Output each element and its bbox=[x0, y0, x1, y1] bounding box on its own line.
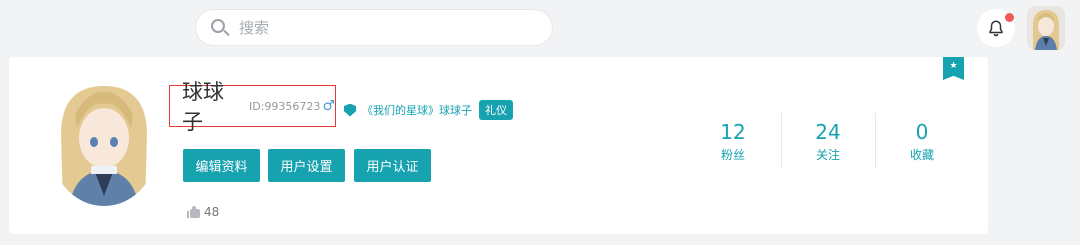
verified-shield-icon bbox=[344, 103, 356, 117]
stat-following[interactable]: 24 关注 bbox=[783, 121, 873, 163]
stat-label: 关注 bbox=[815, 148, 840, 162]
divider bbox=[781, 113, 782, 169]
stat-followers[interactable]: 12 粉丝 bbox=[688, 121, 778, 163]
stat-label: 收藏 bbox=[909, 148, 934, 162]
profile-card: ★ 球球子 ID:99356723 ♂ 《我们的星球》球球子 礼仪 编辑资料 用… bbox=[9, 57, 988, 234]
notification-button[interactable] bbox=[977, 9, 1015, 47]
username-highlight: 球球子 ID:99356723 ♂ bbox=[169, 80, 336, 134]
stat-favorites[interactable]: 0 收藏 bbox=[877, 121, 967, 163]
verification-info: 《我们的星球》球球子 礼仪 bbox=[344, 100, 513, 120]
likes-value: 48 bbox=[204, 205, 220, 219]
likes-count: 48 bbox=[187, 205, 219, 219]
search-input[interactable]: 搜索 bbox=[239, 17, 269, 38]
header-avatar[interactable] bbox=[1027, 6, 1065, 50]
star-badge-icon: ★ bbox=[943, 57, 964, 80]
stat-value: 24 bbox=[815, 120, 841, 144]
verification-tag: 礼仪 bbox=[479, 100, 513, 120]
username: 球球子 bbox=[182, 80, 224, 134]
search-icon bbox=[210, 18, 230, 38]
unread-dot bbox=[1005, 13, 1014, 22]
stat-label: 粉丝 bbox=[720, 148, 745, 162]
user-id: ID:99356723 bbox=[249, 99, 321, 113]
verification-text[interactable]: 《我们的星球》球球子 bbox=[362, 102, 472, 118]
stat-value: 0 bbox=[915, 120, 929, 144]
search-bar[interactable]: 搜索 bbox=[195, 9, 553, 46]
user-settings-button[interactable]: 用户设置 bbox=[268, 149, 345, 182]
male-gender-icon: ♂ bbox=[322, 98, 335, 114]
edit-profile-button[interactable]: 编辑资料 bbox=[183, 149, 260, 182]
bell-icon bbox=[989, 20, 1003, 37]
user-verify-button[interactable]: 用户认证 bbox=[354, 149, 431, 182]
stat-value: 12 bbox=[720, 120, 746, 144]
divider bbox=[875, 113, 876, 169]
thumbs-up-icon bbox=[187, 206, 200, 218]
profile-avatar[interactable] bbox=[49, 80, 159, 206]
